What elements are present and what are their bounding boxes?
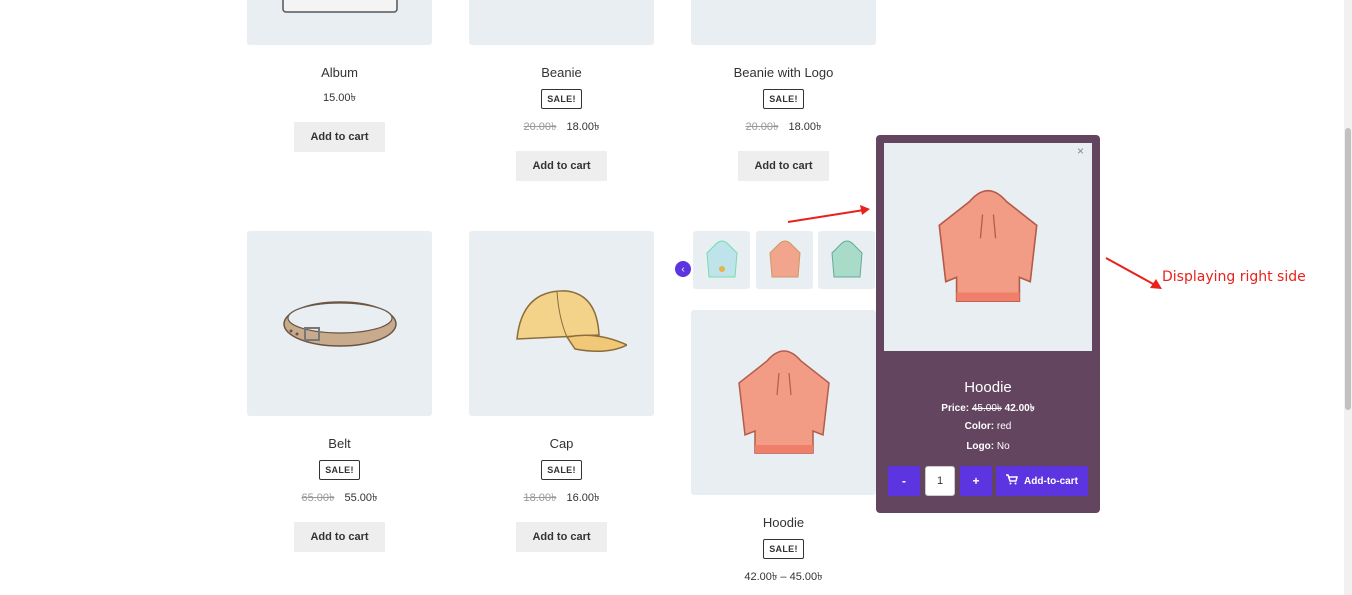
regular-price: 18.00৳ [523, 492, 557, 504]
cap-image[interactable] [469, 231, 654, 416]
add-to-cart-button[interactable]: Add to cart [516, 522, 607, 552]
popup-color: Color: red [876, 421, 1100, 432]
add-to-cart-button[interactable]: Add-to-cart [996, 466, 1088, 496]
arrow-to-popup-icon [787, 205, 870, 223]
increase-quantity-button[interactable]: + [960, 466, 992, 496]
album-image[interactable] [247, 0, 432, 45]
add-to-cart-button[interactable]: Add to cart [738, 151, 829, 181]
quantity-input[interactable] [925, 466, 955, 496]
beanie-logo-image[interactable] [691, 0, 876, 45]
close-icon[interactable]: × [1077, 144, 1084, 158]
popup-product-image [884, 143, 1092, 351]
arrow-annotation-icon [1105, 257, 1162, 289]
product-beanie-with-logo: Beanie with Logo SALE! 20.00৳ 18.00৳ Add … [691, 0, 876, 181]
color-value: red [996, 421, 1012, 432]
price-label: Price: [941, 403, 970, 414]
product-price: 15.00৳ [322, 92, 356, 104]
product-hoodie: Hoodie SALE! 42.00৳ – 45.00৳ [691, 310, 876, 587]
product-name[interactable]: Belt [247, 436, 432, 451]
decrease-quantity-button[interactable]: - [888, 466, 920, 496]
regular-price: 20.00৳ [745, 121, 779, 133]
product-name[interactable]: Beanie with Logo [691, 65, 876, 80]
sale-price: 55.00৳ [344, 492, 378, 504]
popup-price: Price: 45.00৳ 42.00৳ [876, 401, 1100, 418]
sale-badge: SALE! [541, 460, 582, 480]
product-cap: Cap SALE! 18.00৳ 16.00৳ Add to cart [469, 231, 654, 552]
product-price: 65.00৳ 55.00৳ [247, 489, 432, 508]
product-name[interactable]: Album [247, 65, 432, 80]
popup-regular-price: 45.00৳ [971, 403, 1002, 414]
prev-arrow-icon[interactable]: ‹ [675, 261, 691, 277]
cart-icon [1006, 474, 1019, 488]
add-to-cart-button[interactable]: Add to cart [516, 151, 607, 181]
hoodie-image[interactable] [691, 310, 876, 495]
product-beanie: Beanie SALE! 20.00৳ 18.00৳ Add to cart [469, 0, 654, 181]
popup-logo: Logo: No [876, 441, 1100, 452]
beanie-image[interactable] [469, 0, 654, 45]
sale-price: 18.00৳ [566, 121, 600, 133]
logo-value: No [996, 441, 1010, 452]
scrollbar[interactable] [1344, 0, 1352, 595]
product-belt: Belt SALE! 65.00৳ 55.00৳ Add to cart [247, 231, 432, 552]
product-price: 18.00৳ 16.00৳ [469, 489, 654, 508]
sale-price: 18.00৳ [788, 121, 822, 133]
product-price: 20.00৳ 18.00৳ [691, 118, 876, 137]
add-to-cart-button[interactable]: Add to cart [294, 522, 385, 552]
hoodie-green-thumb[interactable] [818, 231, 875, 289]
sale-price: 16.00৳ [566, 492, 600, 504]
regular-price: 65.00৳ [301, 492, 335, 504]
annotation-text: Displaying right side [1162, 269, 1306, 285]
popup-title: Hoodie [964, 379, 1012, 396]
price-range: 42.00৳ – 45.00৳ [744, 571, 823, 583]
product-name[interactable]: Hoodie [691, 515, 876, 530]
belt-image[interactable] [247, 231, 432, 416]
scrollbar-thumb[interactable] [1345, 128, 1351, 410]
logo-label: Logo: [966, 441, 995, 452]
sale-badge: SALE! [763, 89, 804, 109]
product-price: 20.00৳ 18.00৳ [469, 118, 654, 137]
add-to-cart-button[interactable]: Add to cart [294, 122, 385, 152]
sale-badge: SALE! [541, 89, 582, 109]
popup-sale-price: 42.00৳ [1004, 403, 1035, 414]
quick-view-popup: × Hoodie Price: 45.00৳ 42.00৳ Color: red… [876, 135, 1100, 513]
sale-badge: SALE! [319, 460, 360, 480]
regular-price: 20.00৳ [523, 121, 557, 133]
product-name[interactable]: Cap [469, 436, 654, 451]
sale-badge: SALE! [763, 539, 804, 559]
product-album: Album 15.00৳ Add to cart [247, 0, 432, 152]
hoodie-blue-thumb[interactable] [693, 231, 750, 289]
hoodie-red-thumb[interactable] [756, 231, 813, 289]
add-to-cart-label: Add-to-cart [1024, 475, 1078, 487]
product-name[interactable]: Beanie [469, 65, 654, 80]
color-label: Color: [964, 421, 995, 432]
